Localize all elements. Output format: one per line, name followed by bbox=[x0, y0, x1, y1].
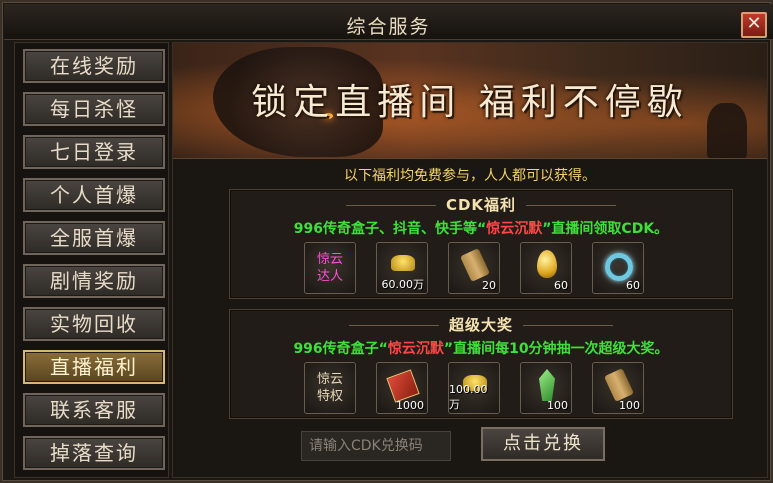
reward-qty: 60.00万 bbox=[381, 278, 425, 291]
golden-egg-icon bbox=[537, 250, 557, 278]
badge-line1: 惊云 bbox=[316, 252, 343, 267]
reward-qty: 100 bbox=[619, 399, 640, 412]
scroll-icon bbox=[604, 368, 634, 402]
close-button[interactable]: ✕ bbox=[741, 12, 767, 38]
big-desc-suffix: ”直播间每10分钟抽一次超级大奖。 bbox=[443, 341, 669, 357]
service-window: 综合服务 ✕ 在线奖励 每日杀怪 七日登录 个人首爆 全服首爆 剧情奖励 实物回… bbox=[0, 0, 773, 483]
ring-icon bbox=[605, 253, 633, 281]
intro-text: 以下福利均免费参与，人人都可以获得。 bbox=[344, 168, 596, 184]
sidebar-item-story-reward[interactable]: 剧情奖励 bbox=[23, 264, 165, 298]
reward-qty: 60 bbox=[554, 279, 568, 292]
sidebar-item-online-reward[interactable]: 在线奖励 bbox=[23, 49, 165, 83]
big-prize-desc: 996传奇盒子“惊云沉默”直播间每10分钟抽一次超级大奖。 bbox=[230, 338, 732, 358]
red-book-icon bbox=[386, 369, 420, 403]
gold-ingot-icon bbox=[391, 255, 415, 271]
cdk-desc-suffix: ”直播间领取CDK。 bbox=[542, 221, 669, 237]
reward-slot-scroll[interactable]: 20 bbox=[448, 242, 500, 294]
badge-line2: 达人 bbox=[316, 269, 343, 284]
cdk-code-input[interactable] bbox=[301, 431, 451, 461]
sidebar-item-daily-kill[interactable]: 每日杀怪 bbox=[23, 92, 165, 126]
scroll-icon bbox=[460, 248, 490, 282]
cdk-panel-desc: 996传奇盒子、抖音、快手等“惊云沉默”直播间领取CDK。 bbox=[230, 218, 732, 238]
reward-slot-gem[interactable]: 100 bbox=[520, 362, 572, 414]
banner: 锁定直播间 福利不停歇 bbox=[173, 43, 767, 159]
sidebar-item-live-benefits[interactable]: 直播福利 bbox=[23, 350, 165, 384]
sidebar-item-personal-first-drop[interactable]: 个人首爆 bbox=[23, 178, 165, 212]
reward-slot-scroll[interactable]: 100 bbox=[592, 362, 644, 414]
sidebar-item-seven-day-login[interactable]: 七日登录 bbox=[23, 135, 165, 169]
title-bar: 综合服务 ✕ bbox=[4, 4, 773, 40]
big-desc-prefix: 996传奇盒子“ bbox=[293, 341, 388, 357]
reward-slot-privilege[interactable]: 惊云 特权 bbox=[304, 362, 356, 414]
content-panel: 锁定直播间 福利不停歇 以下福利均免费参与，人人都可以获得。 CDK福利 996… bbox=[172, 42, 768, 478]
reward-slot-egg[interactable]: 60 bbox=[520, 242, 572, 294]
cdk-desc-prefix: 996传奇盒子、抖音、快手等“ bbox=[293, 221, 487, 237]
reward-qty: 100.00万 bbox=[449, 383, 488, 411]
sidebar-nav: 在线奖励 每日杀怪 七日登录 个人首爆 全服首爆 剧情奖励 实物回收 直播福利 … bbox=[14, 42, 169, 478]
sidebar-item-contact-support[interactable]: 联系客服 bbox=[23, 393, 165, 427]
title-badge-icon: 惊云 达人 bbox=[305, 251, 355, 285]
reward-slot-ring[interactable]: 60 bbox=[592, 242, 644, 294]
sidebar-item-server-first-drop[interactable]: 全服首爆 bbox=[23, 221, 165, 255]
badge-line2: 特权 bbox=[316, 389, 343, 404]
big-prize-panel: 超级大奖 996传奇盒子“惊云沉默”直播间每10分钟抽一次超级大奖。 惊云 特权… bbox=[229, 309, 733, 419]
sidebar-item-drop-lookup[interactable]: 掉落查询 bbox=[23, 436, 165, 470]
cdk-panel-title: CDK福利 bbox=[230, 194, 732, 215]
green-gem-icon bbox=[539, 369, 555, 401]
redeem-button[interactable]: 点击兑换 bbox=[481, 427, 605, 461]
reward-qty: 1000 bbox=[396, 399, 424, 412]
cdk-panel: CDK福利 996传奇盒子、抖音、快手等“惊云沉默”直播间领取CDK。 惊云 达… bbox=[229, 189, 733, 299]
big-desc-highlight: 惊云沉默 bbox=[387, 341, 444, 357]
reward-slot-gold[interactable]: 60.00万 bbox=[376, 242, 428, 294]
big-prize-title: 超级大奖 bbox=[230, 314, 732, 335]
reward-slot-gold[interactable]: 100.00万 bbox=[448, 362, 500, 414]
window-title: 综合服务 bbox=[346, 16, 431, 38]
reward-slot-book[interactable]: 1000 bbox=[376, 362, 428, 414]
privilege-badge-icon: 惊云 特权 bbox=[305, 371, 355, 405]
sidebar-item-item-recycle[interactable]: 实物回收 bbox=[23, 307, 165, 341]
reward-qty: 60 bbox=[626, 279, 640, 292]
reward-qty: 100 bbox=[547, 399, 568, 412]
cdk-desc-highlight: 惊云沉默 bbox=[486, 221, 543, 237]
badge-line1: 惊云 bbox=[316, 372, 343, 387]
reward-slot-title-badge[interactable]: 惊云 达人 bbox=[304, 242, 356, 294]
reward-qty: 20 bbox=[482, 279, 496, 292]
banner-slogan: 锁定直播间 福利不停歇 bbox=[251, 82, 689, 123]
